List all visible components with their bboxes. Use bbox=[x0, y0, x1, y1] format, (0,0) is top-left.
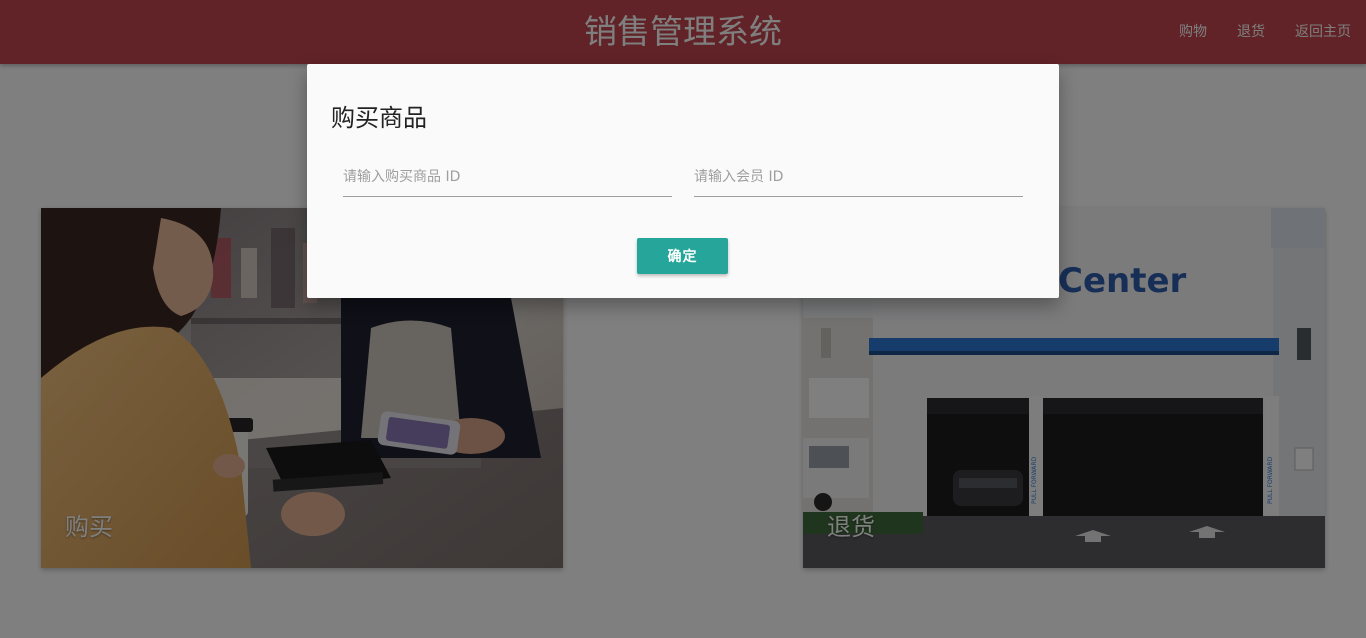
confirm-button[interactable]: 确定 bbox=[637, 238, 728, 274]
item-id-input[interactable] bbox=[343, 158, 672, 197]
item-id-field bbox=[343, 158, 672, 198]
purchase-modal: 购买商品 确定 bbox=[307, 64, 1059, 298]
member-id-input[interactable] bbox=[694, 158, 1023, 197]
member-id-field bbox=[694, 158, 1023, 198]
modal-title: 购买商品 bbox=[331, 104, 427, 132]
